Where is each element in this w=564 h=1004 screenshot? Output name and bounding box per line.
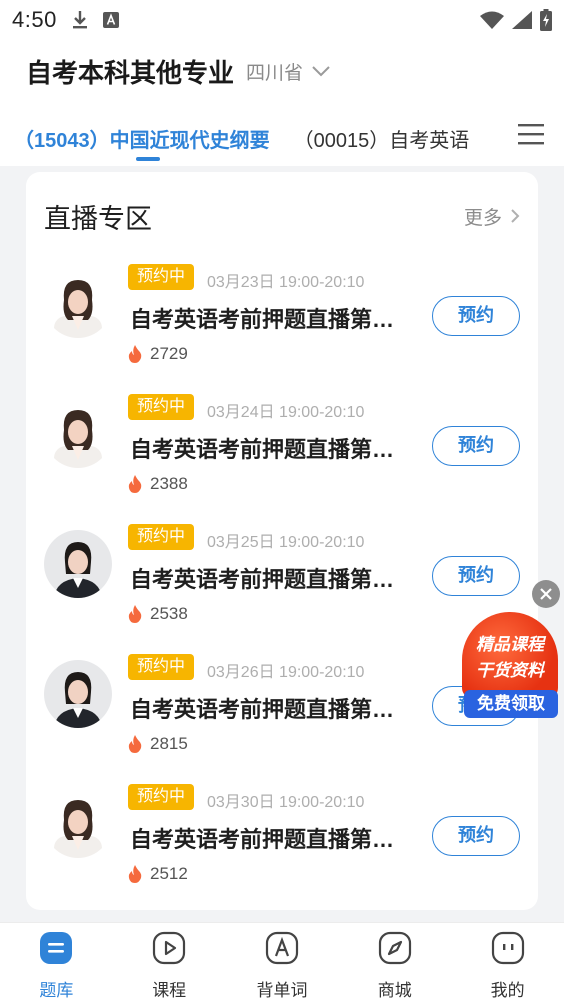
tab-15043[interactable]: （15043）中国近现代史纲要	[14, 102, 270, 166]
nav-item-profile[interactable]: 我的	[451, 923, 564, 1004]
compass-mall-icon	[378, 931, 411, 965]
more-label: 更多	[463, 207, 502, 229]
subject-tabs: （15043）中国近现代史纲要 （00015）自考英语	[0, 102, 564, 166]
live-time: 03月30日 19:00-20:10	[207, 794, 365, 811]
status-badge: 预约中	[128, 524, 195, 550]
fire-icon	[128, 605, 142, 623]
tab-00015[interactable]: （00015）自考英语	[294, 102, 470, 166]
view-count: 2729	[150, 344, 188, 363]
live-title: 自考英语考前押题直播第二期	[130, 437, 410, 462]
header: 自考本科其他专业 四川省	[0, 40, 564, 102]
view-stats: 2815	[128, 734, 188, 754]
status-badge: 预约中	[128, 394, 195, 420]
fire-icon	[128, 475, 142, 493]
teacher-avatar	[44, 270, 112, 338]
teacher-avatar	[44, 790, 112, 858]
view-stats: 2512	[128, 864, 188, 884]
view-count: 2512	[150, 864, 188, 883]
live-title: 自考英语考前押题直播第四期	[130, 697, 410, 722]
battery-charging-icon	[540, 9, 552, 31]
vocabulary-icon	[265, 931, 299, 965]
live-item[interactable]: 预约中 03月30日 19:00-20:10 自考英语考前押题直播第五期 251…	[26, 778, 538, 908]
view-count: 2815	[150, 734, 188, 753]
live-time: 03月26日 19:00-20:10	[207, 664, 365, 681]
active-tab-indicator	[136, 157, 160, 161]
view-count: 2538	[150, 604, 188, 623]
live-title: 自考英语考前押题直播第一期	[130, 307, 410, 332]
nav-label: 课程	[152, 981, 187, 1000]
chevron-right-icon	[511, 209, 520, 223]
status-bar: 4:50	[0, 0, 564, 40]
wifi-icon	[480, 11, 504, 29]
profile-icon	[491, 931, 524, 965]
teacher-avatar	[44, 530, 112, 598]
nav-item-mall[interactable]: 商城	[338, 923, 451, 1004]
menu-icon	[518, 124, 544, 145]
section-header: 直播专区 更多	[44, 196, 520, 236]
promo-banner[interactable]: 精品课程 干货资料 免费领取	[460, 612, 560, 720]
promo-badge-background	[462, 612, 558, 698]
page-title[interactable]: 自考本科其他专业	[26, 53, 234, 90]
view-stats: 2729	[128, 344, 188, 364]
live-title: 自考英语考前押题直播第五期	[130, 827, 410, 852]
fire-icon	[128, 345, 142, 363]
teacher-avatar	[44, 660, 112, 728]
live-time: 03月24日 19:00-20:10	[207, 404, 365, 421]
nav-label: 背单词	[256, 981, 308, 1000]
province-label: 四川省	[246, 62, 304, 84]
tab-menu-button[interactable]	[494, 102, 564, 166]
promo-line-1: 精品课程	[476, 635, 544, 654]
more-link[interactable]: 更多	[464, 203, 520, 230]
play-course-icon	[153, 931, 186, 965]
live-time: 03月23日 19:00-20:10	[207, 274, 365, 291]
question-bank-icon	[40, 932, 73, 964]
chevron-down-icon	[312, 66, 330, 77]
app-screen: 4:50 自考本科其他专业 四川省 （15043）中国近现代史纲要 （00015…	[0, 0, 564, 1004]
tab-label: （00015）自考英语	[293, 130, 470, 152]
promo-line-2: 干货资料	[476, 661, 544, 680]
live-list: 预约中 03月23日 19:00-20:10 自考英语考前押题直播第一期 272…	[26, 258, 538, 908]
close-icon	[540, 588, 552, 600]
live-item[interactable]: 预约中 03月24日 19:00-20:10 自考英语考前押题直播第二期 238…	[26, 388, 538, 518]
signal-icon	[512, 11, 532, 29]
live-title: 自考英语考前押题直播第三期	[130, 567, 410, 592]
reserve-button[interactable]: 预约	[432, 816, 520, 856]
fire-icon	[128, 865, 142, 883]
live-item[interactable]: 预约中 03月23日 19:00-20:10 自考英语考前押题直播第一期 272…	[26, 258, 538, 388]
view-stats: 2538	[128, 604, 188, 624]
promo-claim-button[interactable]: 免费领取	[464, 690, 558, 718]
nav-item-question-bank[interactable]: 题库	[0, 923, 113, 1004]
nav-label: 题库	[39, 981, 74, 1000]
section-title: 直播专区	[44, 203, 152, 234]
reserve-button[interactable]: 预约	[432, 296, 520, 336]
status-time: 4:50	[12, 7, 57, 32]
view-count: 2388	[150, 474, 188, 493]
promo-close-button[interactable]	[532, 580, 560, 608]
bottom-nav: 题库 课程 背单词 商城 我的	[0, 922, 564, 1004]
tab-label: （15043）中国近现代史纲要	[14, 130, 270, 152]
status-badge: 预约中	[128, 784, 195, 810]
reserve-button[interactable]: 预约	[432, 426, 520, 466]
status-badge: 预约中	[128, 264, 195, 290]
view-stats: 2388	[128, 474, 188, 494]
nav-item-vocabulary[interactable]: 背单词	[226, 923, 339, 1004]
reserve-button[interactable]: 预约	[432, 556, 520, 596]
live-time: 03月25日 19:00-20:10	[207, 534, 365, 551]
teacher-avatar	[44, 400, 112, 468]
nav-label: 商城	[377, 981, 412, 1000]
nav-label: 我的	[490, 981, 525, 1000]
download-icon	[72, 11, 87, 29]
live-section-card: 直播专区 更多 预约中 03月23日 19:00-20:10 自考英语考前押题直…	[26, 172, 538, 910]
province-selector[interactable]: 四川省	[246, 58, 331, 85]
nav-item-courses[interactable]: 课程	[113, 923, 226, 1004]
status-badge: 预约中	[128, 654, 195, 680]
fire-icon	[128, 735, 142, 753]
a-box-icon	[102, 12, 119, 28]
